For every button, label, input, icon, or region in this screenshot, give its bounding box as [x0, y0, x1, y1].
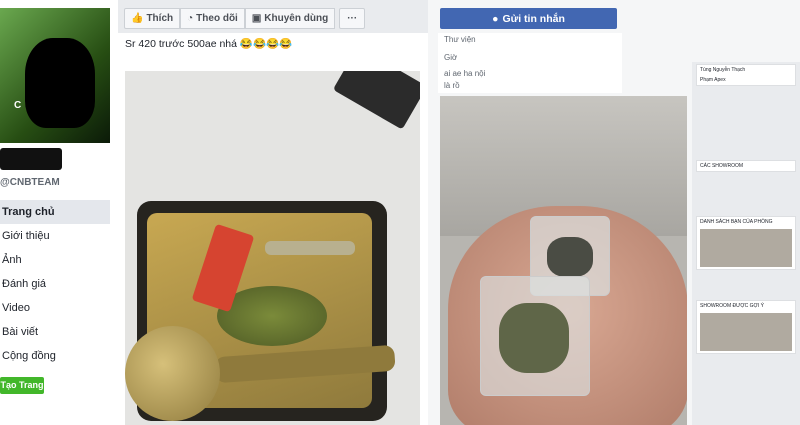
- post-photo[interactable]: [125, 71, 420, 425]
- post-text: Sr 420 trước 500ae nhá 😂😂😂😂: [125, 38, 293, 50]
- thumbnail: [700, 313, 792, 351]
- profile-card: Tùng Nguyễn Thạch Phạm Apex: [696, 64, 796, 86]
- profile-name: Tùng Nguyễn Thạch: [700, 67, 746, 73]
- section-title: CÁC SHOWROOM: [700, 163, 744, 169]
- phone-object: [332, 71, 420, 130]
- nav-item-videos[interactable]: Video: [0, 296, 110, 320]
- hand-photo[interactable]: [440, 96, 687, 425]
- nav-item-community[interactable]: Cộng đồng: [0, 344, 110, 368]
- page-handle[interactable]: @CNBTEAM: [0, 177, 60, 188]
- like-label: Thích: [146, 13, 174, 24]
- info-line: ai ae ha nội: [444, 69, 486, 78]
- page-avatar[interactable]: C: [0, 8, 110, 143]
- page-sidebar: C @CNBTEAM Trang chủ Giới thiệu Ảnh Đánh…: [0, 0, 118, 425]
- section-title: DANH SÁCH BẠN CỦA PHÒNG: [700, 219, 773, 225]
- glass-tube: [265, 241, 355, 255]
- info-line: Thư viện: [444, 35, 476, 44]
- like-button[interactable]: 👍 Thích: [124, 8, 181, 29]
- profile-name: Phạm Apex: [700, 77, 726, 83]
- page-action-bar: 👍 Thích ◔ Theo dõi ▣ Khuyên dùng ···: [124, 8, 366, 29]
- more-button[interactable]: ···: [339, 8, 366, 29]
- messenger-icon: ●: [492, 12, 499, 25]
- thumbs-up-icon: 👍: [131, 13, 144, 24]
- friends-card: DANH SÁCH BẠN CỦA PHÒNG: [696, 216, 796, 270]
- nav-item-photos[interactable]: Ảnh: [0, 248, 110, 272]
- nav-item-posts[interactable]: Bài viết: [0, 320, 110, 344]
- send-message-label: Gửi tin nhắn: [502, 12, 565, 25]
- bag-contents: [499, 303, 569, 373]
- nav-item-home[interactable]: Trang chủ: [0, 200, 110, 224]
- create-page-button[interactable]: Tạo Trang: [0, 377, 44, 394]
- info-line: là rồ: [444, 81, 460, 90]
- speech-icon: ▣: [251, 13, 262, 24]
- post-card: Sr 420 trước 500ae nhá 😂😂😂😂: [118, 33, 428, 425]
- showroom-card: CÁC SHOWROOM: [696, 160, 796, 172]
- plastic-bag: [480, 276, 590, 396]
- follow-button[interactable]: ◔ Theo dõi: [180, 8, 245, 29]
- page-name-redacted: [0, 148, 62, 170]
- thumbnail: [700, 229, 792, 267]
- avatar-redaction: [25, 38, 95, 128]
- nav-item-reviews[interactable]: Đánh giá: [0, 272, 110, 296]
- info-line: Giờ: [444, 53, 458, 62]
- bag-contents: [547, 237, 593, 277]
- embedded-screenshot: Tùng Nguyễn Thạch Phạm Apex CÁC SHOWROOM…: [692, 62, 800, 425]
- right-column: ● Gửi tin nhắn Thư viện Giờ ai ae ha nội…: [428, 0, 800, 425]
- nav-item-about[interactable]: Giới thiệu: [0, 224, 110, 248]
- send-message-button[interactable]: ● Gửi tin nhắn: [440, 8, 617, 29]
- suggested-card: SHOWROOM ĐƯỢC GỢI Ý: [696, 300, 796, 354]
- section-title: SHOWROOM ĐƯỢC GỢI Ý: [700, 303, 764, 309]
- pipe-bowl: [125, 326, 220, 421]
- info-panel: Thư viện Giờ ai ae ha nội là rồ: [438, 33, 622, 93]
- page-nav: Trang chủ Giới thiệu Ảnh Đánh giá Video …: [0, 200, 110, 368]
- avatar-letter: C: [14, 100, 22, 111]
- rss-icon: ◔: [187, 13, 194, 24]
- follow-label: Theo dõi: [196, 13, 238, 24]
- recommend-label: Khuyên dùng: [264, 13, 329, 24]
- recommend-button[interactable]: ▣ Khuyên dùng: [244, 8, 336, 29]
